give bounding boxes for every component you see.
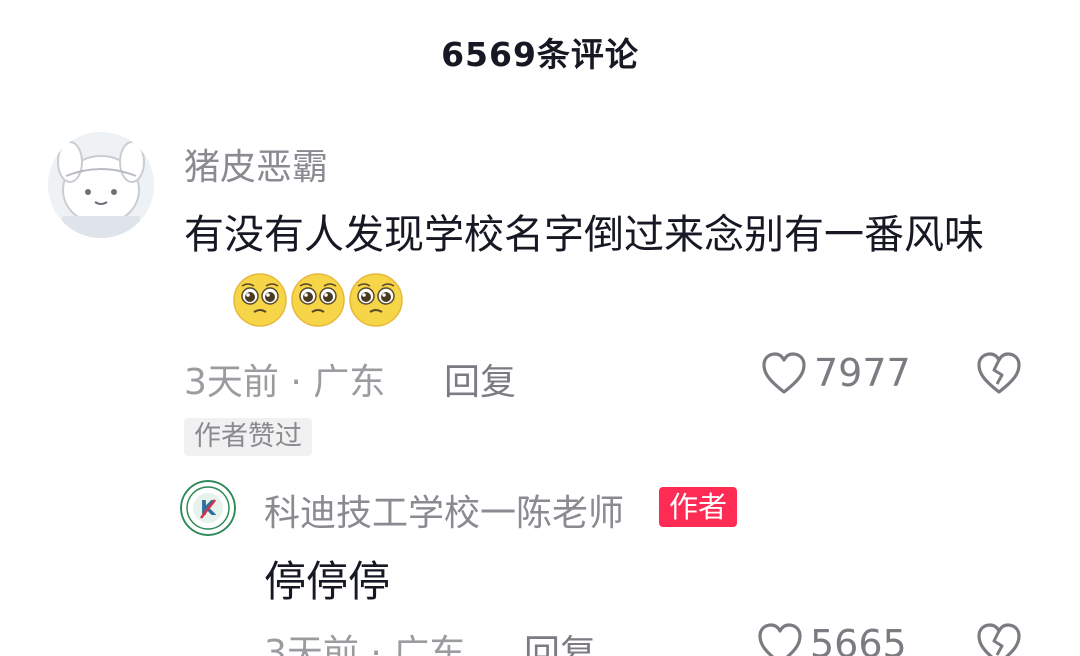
- pleading-face-icon: [233, 273, 287, 327]
- broken-heart-icon: [977, 352, 1021, 394]
- author-badge: 作者: [659, 487, 738, 527]
- reply-location: 广东: [393, 633, 466, 656]
- reply-username[interactable]: 科迪技工学校一陈老师: [264, 484, 624, 536]
- heart-outline-icon: [758, 623, 802, 656]
- reply-reply-button[interactable]: 回复: [524, 624, 596, 656]
- comments-panel: 6569条评论 猪皮恶霸 有没有人发现学校名字倒过来念别有一番风味 3天前 · …: [0, 0, 1080, 656]
- reply-time: 3天前: [264, 633, 359, 656]
- like-button[interactable]: 7977: [760, 350, 911, 396]
- pleading-face-icon: [349, 273, 403, 327]
- avatar[interactable]: [48, 132, 154, 238]
- reply-dislike-button[interactable]: [975, 621, 1023, 656]
- comment-time: 3天前: [184, 362, 279, 403]
- reply-button[interactable]: 回复: [444, 353, 516, 405]
- comment-count-title: 6569条评论: [441, 35, 639, 74]
- reply-meta: 3天前 · 广东: [264, 624, 465, 656]
- reply-avatar[interactable]: K: [180, 480, 236, 536]
- comment-location: 广东: [313, 362, 386, 403]
- reply-text: 停停停: [264, 557, 391, 606]
- meta-separator: ·: [290, 362, 302, 403]
- reply-like-count: 5665: [810, 622, 907, 656]
- author-liked-badge: 作者赞过: [184, 418, 312, 456]
- heart-outline-icon: [762, 352, 806, 394]
- like-count: 7977: [814, 351, 911, 395]
- pleading-face-icon: [291, 273, 345, 327]
- emoji-row: [232, 272, 404, 328]
- reply-like-button[interactable]: 5665: [756, 621, 907, 656]
- dislike-button[interactable]: [975, 350, 1023, 400]
- comment-meta: 3天前 · 广东: [184, 353, 385, 405]
- meta-separator: ·: [370, 633, 382, 656]
- comment-username[interactable]: 猪皮恶霸: [184, 138, 328, 190]
- comment-text: 有没有人发现学校名字倒过来念别有一番风味: [184, 212, 984, 258]
- broken-heart-icon: [977, 623, 1021, 656]
